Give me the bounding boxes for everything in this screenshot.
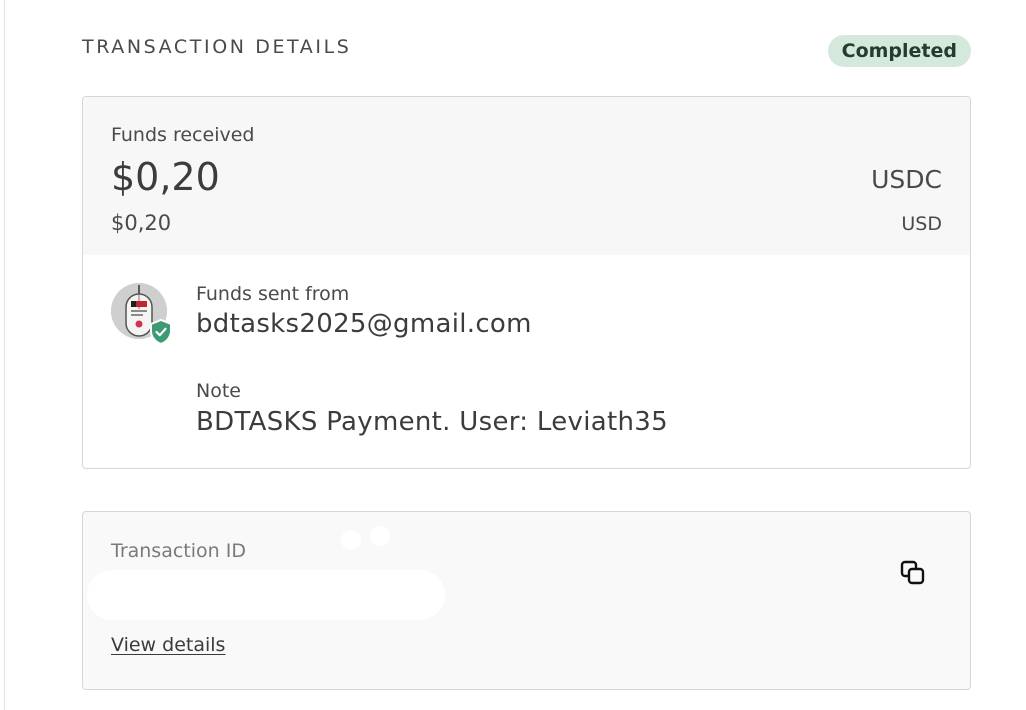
sender-email: bdtasks2025@gmail.com [196, 309, 532, 339]
converted-amount: $0,20 [111, 211, 172, 235]
funds-received-label: Funds received [111, 124, 255, 146]
transaction-header: TRANSACTION DETAILS Completed [82, 35, 971, 70]
transaction-id-label: Transaction ID [111, 540, 246, 562]
shield-check-icon [149, 318, 173, 346]
note-text: BDTASKS Payment. User: Leviath35 [196, 407, 668, 437]
page-left-border [4, 0, 5, 710]
note-label: Note [196, 380, 241, 402]
copy-button[interactable] [899, 559, 929, 589]
redacted-transaction-id [87, 570, 445, 620]
redaction-mark [370, 526, 390, 546]
transaction-id-card: Transaction ID View details [82, 511, 971, 690]
funds-sent-from-label: Funds sent from [196, 283, 350, 305]
received-amount: $0,20 [111, 155, 220, 199]
redaction-mark [341, 530, 361, 550]
received-currency: USDC [871, 165, 942, 194]
converted-currency: USD [901, 213, 942, 235]
status-badge: Completed [827, 35, 971, 67]
copy-icon [900, 560, 925, 585]
funds-received-section: Funds received $0,20 USDC $0,20 USD [83, 97, 970, 255]
section-title: TRANSACTION DETAILS [82, 36, 352, 58]
view-details-link[interactable]: View details [111, 634, 225, 656]
transaction-summary-card: Funds received $0,20 USDC $0,20 USD Fund… [82, 96, 971, 469]
